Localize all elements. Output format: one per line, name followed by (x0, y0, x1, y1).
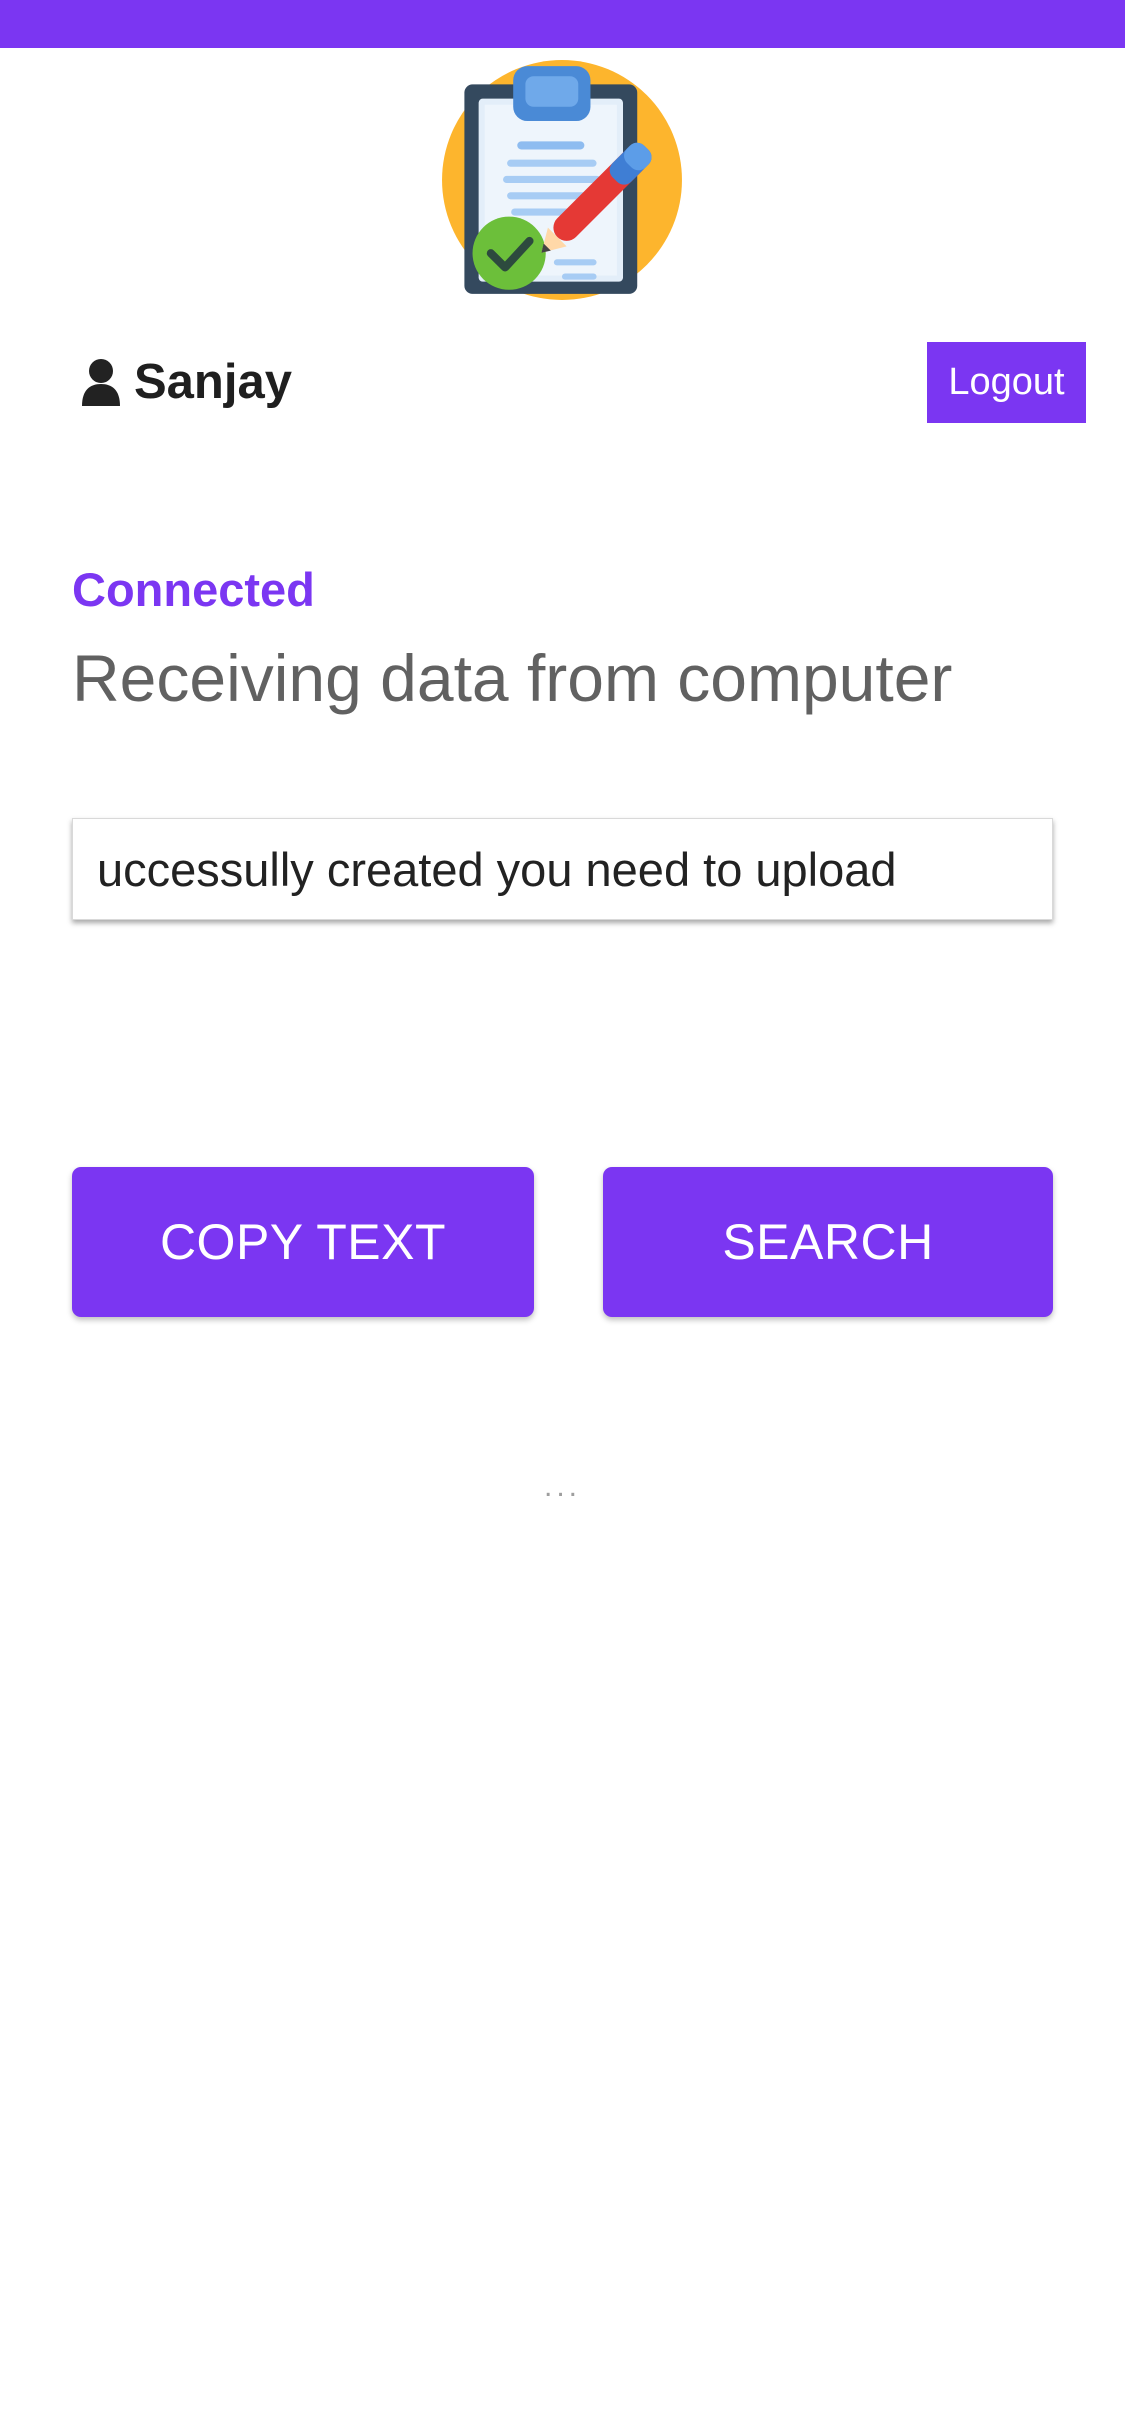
user-icon (82, 359, 120, 406)
user-info: Sanjay (82, 352, 292, 412)
connection-status: Connected (72, 563, 315, 616)
status-bar (0, 0, 1125, 48)
received-text-input[interactable] (72, 818, 1053, 920)
search-button[interactable]: SEARCH (603, 1167, 1053, 1317)
loading-indicator: ... (543, 1470, 581, 1503)
copy-text-button[interactable]: COPY TEXT (72, 1167, 534, 1317)
clipboard-checklist-logo-icon (440, 58, 684, 302)
receiving-heading: Receiving data from computer (72, 641, 953, 715)
logout-button[interactable]: Logout (927, 342, 1086, 423)
user-name: Sanjay (134, 355, 292, 409)
